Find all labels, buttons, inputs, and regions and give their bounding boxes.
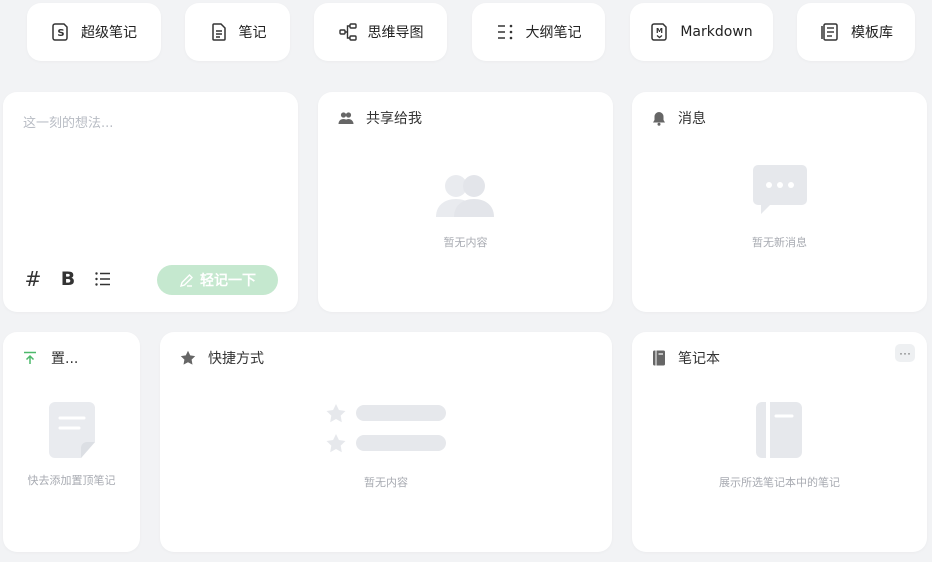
list-button[interactable] (92, 268, 114, 290)
list-icon (95, 272, 110, 286)
notebook-more-button[interactable]: ··· (895, 344, 915, 362)
pin-top-icon (24, 351, 36, 364)
toolbar-template-label: 模板库 (851, 25, 893, 41)
document-placeholder-icon (49, 402, 95, 458)
memo-card: # B 轻记一下 (3, 92, 298, 312)
pinned-title: 置... (51, 351, 79, 367)
toolbar-outline-label: 大纲笔记 (525, 25, 582, 41)
messages-card: 消息 暂无新消息 (632, 92, 927, 312)
quick-note-button[interactable]: 轻记一下 (157, 265, 278, 295)
shared-empty-text: 暂无内容 (443, 236, 488, 249)
messages-empty-text: 暂无新消息 (752, 236, 807, 249)
messages-title: 消息 (678, 111, 706, 127)
messages-header[interactable]: 消息 (652, 108, 706, 128)
tag-button[interactable]: # (22, 267, 44, 291)
shortcuts-card: 快捷方式 暂无内容 (160, 332, 612, 552)
toolbar-outline[interactable]: 大纲笔记 (472, 3, 605, 61)
toolbar-template[interactable]: 模板库 (797, 3, 915, 61)
svg-text:S: S (57, 28, 64, 39)
toolbar-note[interactable]: 笔记 (185, 3, 290, 61)
shared-title: 共享给我 (366, 111, 422, 127)
notebook-title: 笔记本 (678, 351, 720, 367)
toolbar-note-label: 笔记 (238, 25, 267, 41)
chat-bubble-icon (753, 165, 807, 214)
shortcuts-placeholder-icon (326, 404, 446, 453)
shared-header[interactable]: 共享给我 (338, 108, 422, 128)
notebook-empty-text: 展示所选笔记本中的笔记 (719, 476, 840, 489)
shortcuts-header[interactable]: 快捷方式 (180, 348, 264, 368)
toolbar-super-note-label: 超级笔记 (81, 25, 137, 41)
star-icon (180, 350, 196, 365)
pinned-empty-text: 快去添加置顶笔记 (27, 474, 116, 487)
note-icon (211, 23, 226, 41)
template-icon (821, 23, 838, 41)
markdown-icon: M (651, 23, 668, 41)
bold-button[interactable]: B (57, 268, 79, 290)
pinned-card: 置... 快去添加置顶笔记 (3, 332, 140, 552)
memo-input[interactable] (23, 116, 273, 131)
notebook-icon (653, 350, 665, 366)
notebook-placeholder-icon (756, 402, 802, 458)
users-placeholder-icon (436, 175, 494, 217)
svg-text:M: M (656, 27, 663, 35)
tag-icon: # (24, 267, 42, 291)
outline-icon (497, 24, 512, 40)
shortcuts-title: 快捷方式 (208, 351, 264, 367)
super-note-icon: S (52, 23, 68, 41)
shared-card: 共享给我 暂无内容 (318, 92, 613, 312)
toolbar-mindmap[interactable]: 思维导图 (314, 3, 447, 61)
pencil-icon (179, 273, 193, 287)
notebook-card: 笔记本 ··· 展示所选笔记本中的笔记 (632, 332, 927, 552)
mindmap-icon (338, 23, 357, 41)
bell-icon (653, 111, 665, 126)
more-icon: ··· (899, 346, 911, 360)
quick-note-label: 轻记一下 (200, 273, 256, 289)
toolbar-markdown-label: Markdown (680, 24, 753, 40)
users-icon (338, 112, 354, 124)
pinned-header[interactable]: 置... (23, 348, 78, 368)
bold-icon: B (60, 268, 76, 290)
notebook-header[interactable]: 笔记本 (652, 348, 720, 368)
toolbar-super-note[interactable]: S 超级笔记 (27, 3, 161, 61)
shortcuts-empty-text: 暂无内容 (364, 476, 408, 489)
toolbar-markdown[interactable]: M Markdown (630, 3, 773, 61)
toolbar-mindmap-label: 思维导图 (367, 25, 424, 41)
